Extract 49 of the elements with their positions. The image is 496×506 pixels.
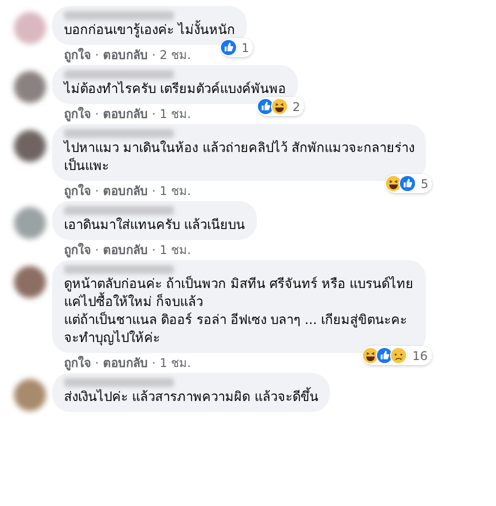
- like-reaction-icon: [256, 98, 274, 115]
- like-link[interactable]: ถูกใจ: [64, 47, 91, 63]
- comment-text: ส่งเงินไปค่ะ แล้วสารภาพความผิด แล้วจะดีขึ้น: [64, 389, 318, 407]
- laughing-reaction-icon: [270, 98, 288, 115]
- avatar[interactable]: [14, 207, 46, 239]
- separator-dot: ·: [152, 355, 156, 371]
- reaction-badge[interactable]: 5: [386, 174, 432, 193]
- reply-link[interactable]: ตอบกลับ: [102, 183, 148, 199]
- comment-time[interactable]: 2 ชม.: [160, 47, 191, 63]
- reaction-count: 1: [242, 40, 250, 54]
- comment-text: เอาดินมาใส่แทนครับ แล้วเนียบน: [64, 217, 246, 235]
- separator-dot: ·: [152, 106, 156, 122]
- separator-dot: ·: [95, 106, 99, 122]
- reaction-count: 5: [420, 176, 428, 190]
- comment-text: ไปหาแมว มาเดินในห้อง แล้วถ่ายคลิปไว้ สักพักแมวจะกลายร่าง เป็นแพะ: [64, 140, 414, 176]
- reply-link[interactable]: ตอบกลับ: [102, 47, 148, 63]
- like-link[interactable]: ถูกใจ: [64, 355, 91, 371]
- reaction-count: 16: [412, 348, 428, 362]
- separator-dot: ·: [152, 242, 156, 258]
- avatar[interactable]: [14, 379, 46, 411]
- separator-dot: ·: [95, 242, 99, 258]
- comment-time[interactable]: 1 ชม.: [160, 242, 191, 258]
- like-link[interactable]: ถูกใจ: [64, 242, 91, 258]
- avatar[interactable]: [14, 266, 46, 298]
- reply-link[interactable]: ตอบกลับ: [102, 106, 148, 122]
- like-reaction-icon: [220, 39, 236, 56]
- reaction-badge[interactable]: 1: [220, 38, 254, 57]
- like-link[interactable]: ถูกใจ: [64, 106, 91, 122]
- separator-dot: ·: [152, 47, 156, 63]
- comment-time[interactable]: 1 ชม.: [160, 355, 191, 371]
- avatar[interactable]: [14, 130, 46, 162]
- comment-text: ดูหน้าตลับก่อนค่ะ ถ้าเป็นพวก มิสทีน ศรีจันทร์ หรือ แบรนด์ไทย แค่ไปซื้อให้ใหม่ ก็จบแล้ว แต่ถ้าเป็นชาแนล ดิออร์ รอล่า อีฟเซง บลาๆ ... เกียมสู่ขิตนะคะ จะทำบุญไปให้ค่ะ: [64, 276, 414, 348]
- separator-dot: ·: [95, 183, 99, 199]
- like-reaction-icon: [398, 175, 416, 192]
- reaction-count: 2: [292, 100, 300, 114]
- reaction-badge[interactable]: 2: [258, 97, 304, 116]
- avatar[interactable]: [14, 71, 46, 103]
- like-link[interactable]: ถูกใจ: [64, 183, 91, 199]
- comment-text: บอกก่อนเขารู้เองค่ะ ไม่งั้นหนัก: [64, 22, 236, 40]
- separator-dot: ·: [95, 47, 99, 63]
- comment-text: ไม่ต้องทำไรครับ เตรียมตัวค์แบงค์พันพอ: [64, 81, 286, 99]
- reply-link[interactable]: ตอบกลับ: [102, 242, 148, 258]
- reply-link[interactable]: ตอบกลับ: [102, 355, 148, 371]
- crying-reaction-icon: [390, 347, 408, 364]
- comment-time[interactable]: 1 ชม.: [160, 183, 191, 199]
- separator-dot: ·: [152, 183, 156, 199]
- comment-time[interactable]: 1 ชม.: [160, 106, 191, 122]
- reaction-badge[interactable]: 16: [363, 346, 432, 365]
- separator-dot: ·: [95, 355, 99, 371]
